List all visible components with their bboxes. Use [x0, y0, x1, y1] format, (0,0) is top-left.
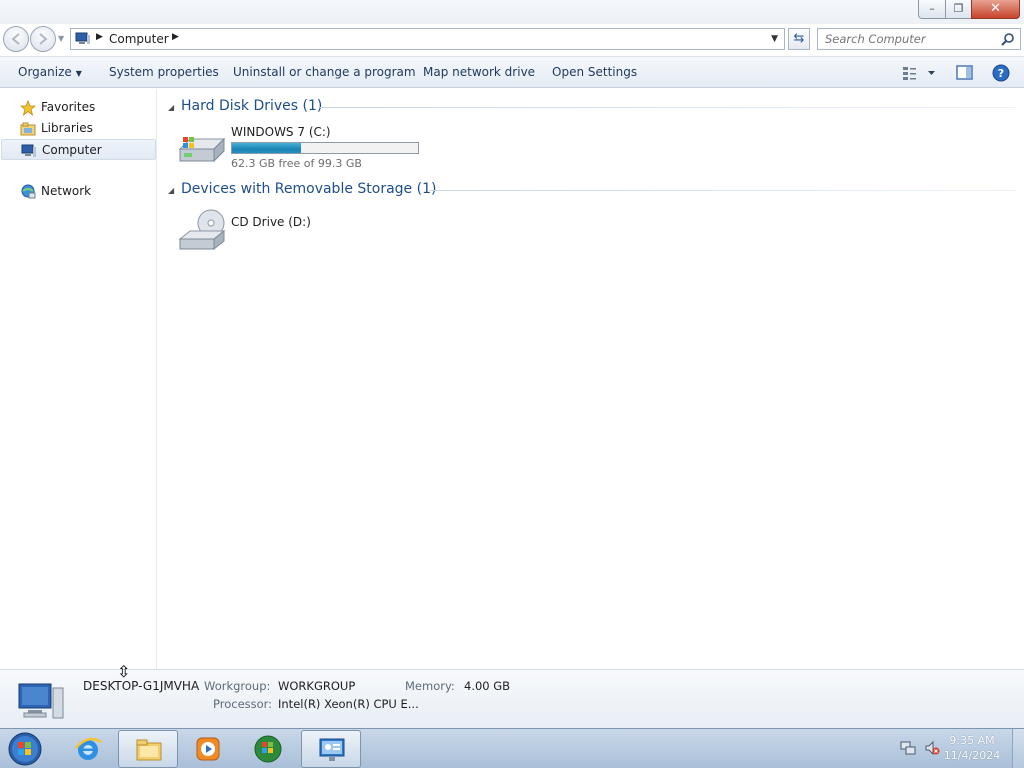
workgroup-label: Workgroup: [204, 679, 271, 693]
clock-time: 9:35 AM [949, 734, 995, 747]
view-options-icon [903, 67, 935, 80]
drive-free-space: 62.3 GB free of 99.3 GB [231, 157, 362, 170]
maximize-icon: ❐ [953, 2, 964, 15]
memory-label: Memory: [405, 679, 455, 693]
refresh-button[interactable]: ⇆ [788, 28, 810, 50]
back-arrow-icon [11, 33, 20, 45]
clock-date: 11/4/2024 [943, 749, 1001, 762]
details-pane: DESKTOP-G1JMVHA Workgroup: WORKGROUP Mem… [0, 669, 1024, 728]
help-button[interactable]: ? [991, 63, 1011, 83]
breadcrumb-separator-icon[interactable]: ▶ [96, 32, 103, 42]
windows-start-orb-icon [8, 732, 42, 766]
nav-label: Favorites [41, 100, 96, 114]
svg-text:?: ? [998, 67, 1004, 80]
drive-item-d[interactable]: CD Drive (D:) [176, 209, 436, 259]
minimize-icon: – [929, 2, 935, 15]
taskbar-windows-orb[interactable] [238, 730, 298, 768]
system-properties-button[interactable]: System properties [109, 65, 219, 79]
clock[interactable]: 9:35 AM 11/4/2024 [940, 733, 1004, 763]
navigation-pane: Favorites Libraries Computer Network [0, 89, 157, 669]
internet-explorer-icon [75, 737, 102, 760]
processor-value: Intel(R) Xeon(R) CPU E... [278, 697, 419, 711]
nav-item-libraries[interactable]: Libraries [1, 118, 156, 139]
nav-label: Network [41, 184, 92, 198]
command-bar: Organize ▼ System properties Uninstall or… [0, 56, 1024, 88]
processor-label: Processor: [213, 697, 273, 711]
taskbar-system-settings[interactable] [301, 730, 361, 768]
system-settings-icon [319, 738, 345, 761]
folder-icon [136, 739, 162, 761]
cd-drive-icon [178, 209, 226, 251]
group-title: Hard Disk Drives (1) [181, 98, 323, 114]
search-icon[interactable] [1001, 32, 1015, 46]
taskbar-internet-explorer[interactable] [58, 730, 118, 768]
drive-name: WINDOWS 7 (C:) [231, 125, 331, 139]
recent-pages-dropdown-icon[interactable]: ▼ [58, 34, 64, 43]
taskbar-windows-explorer[interactable] [118, 730, 178, 768]
computer-name: DESKTOP-G1JMVHA [83, 679, 200, 693]
nav-label: Libraries [41, 121, 93, 135]
taskbar-media-player[interactable] [178, 730, 238, 768]
breadcrumb-chevron-icon[interactable]: ▶ [172, 32, 179, 42]
close-button[interactable]: ✕ [971, 0, 1020, 19]
show-desktop-button[interactable] [1012, 729, 1024, 768]
address-history-dropdown-icon[interactable]: ▼ [771, 34, 778, 44]
volume-muted-icon[interactable] [924, 740, 940, 756]
preview-pane-icon [956, 65, 973, 80]
network-icon [21, 184, 36, 199]
nav-label: Computer [42, 143, 102, 157]
drive-usage-bar [231, 142, 419, 154]
back-button[interactable] [3, 26, 29, 52]
uninstall-program-button[interactable]: Uninstall or change a program [233, 65, 416, 79]
chevron-down-icon: ▼ [75, 69, 82, 78]
close-icon: ✕ [990, 1, 1001, 16]
resize-cursor-icon: ⇳ [117, 662, 131, 681]
start-button[interactable] [6, 731, 44, 767]
group-title: Devices with Removable Storage (1) [181, 181, 437, 197]
group-divider [430, 190, 1016, 191]
open-settings-button[interactable]: Open Settings [552, 65, 637, 79]
libraries-icon [20, 122, 36, 136]
map-network-drive-button[interactable]: Map network drive [423, 65, 535, 79]
computer-icon [21, 144, 36, 157]
network-tray-icon[interactable] [900, 740, 916, 756]
memory-value: 4.00 GB [464, 679, 511, 693]
computer-large-icon [18, 683, 64, 719]
computer-icon [75, 32, 90, 44]
group-divider [320, 107, 1016, 108]
collapse-triangle-icon[interactable]: ◢ [168, 186, 174, 195]
media-player-icon [196, 737, 220, 761]
breadcrumb-computer[interactable]: Computer [109, 32, 169, 46]
change-view-button[interactable] [900, 63, 940, 83]
drive-item-c[interactable]: WINDOWS 7 (C:) 62.3 GB free of 99.3 GB [176, 123, 436, 171]
forward-arrow-icon [39, 33, 48, 45]
organize-button[interactable]: Organize ▼ [18, 65, 82, 79]
hard-drive-icon [178, 137, 226, 163]
taskbar: 9:35 AM 11/4/2024 [0, 728, 1024, 768]
minimize-button[interactable]: – [918, 0, 946, 19]
maximize-button[interactable]: ❐ [945, 0, 972, 19]
collapse-triangle-icon[interactable]: ◢ [168, 103, 174, 112]
organize-label: Organize [18, 65, 72, 79]
nav-item-computer[interactable]: Computer [1, 139, 156, 160]
explorer-window: – ❐ ✕ ▼ ▶ Computer ▶ ▼ ⇆ Organize▼ Syste… [0, 0, 1024, 728]
content-area: ◢ Hard Disk Drives (1) WINDOWS 7 (C:) 62… [160, 89, 1024, 669]
title-bar[interactable]: – ❐ ✕ [0, 0, 1024, 24]
address-bar[interactable]: ▶ Computer ▶ ▼ [70, 28, 785, 50]
nav-item-network[interactable]: Network [1, 181, 156, 202]
help-icon: ? [992, 64, 1010, 82]
star-icon [20, 100, 36, 116]
search-input[interactable] [818, 29, 998, 49]
preview-pane-button[interactable] [955, 63, 975, 83]
nav-item-favorites[interactable]: Favorites [1, 97, 156, 118]
windows-logo-icon [254, 735, 282, 763]
drive-usage-fill [232, 143, 302, 153]
forward-button[interactable] [30, 26, 56, 52]
workgroup-value: WORKGROUP [278, 679, 356, 693]
search-box[interactable] [817, 28, 1021, 50]
drive-name: CD Drive (D:) [231, 215, 311, 229]
refresh-icon: ⇆ [793, 31, 805, 46]
